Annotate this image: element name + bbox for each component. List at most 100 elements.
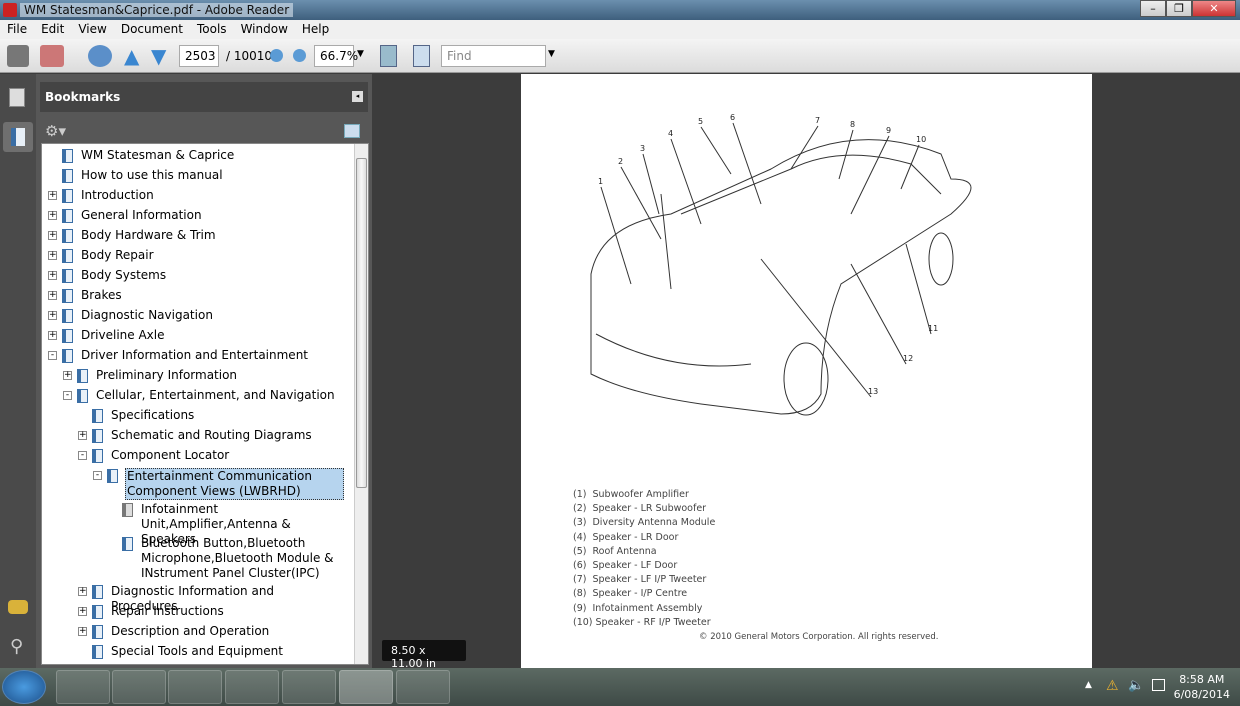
bookmark-label: Body Repair (81, 248, 154, 262)
bookmark-item[interactable]: - Component Locator (78, 448, 347, 468)
page-size-tooltip: 8.50 x 11.00 in (382, 640, 466, 670)
taskbar-app-icon[interactable] (282, 670, 336, 704)
close-button[interactable]: ✕ (1192, 0, 1236, 17)
create-pdf-icon[interactable] (88, 45, 112, 67)
find-input[interactable]: Find (441, 45, 546, 67)
collapse-icon[interactable]: - (48, 351, 57, 360)
page-number-input[interactable]: 2503 (179, 45, 219, 67)
show-hidden-icons[interactable]: ▲ (1085, 680, 1092, 690)
bookmark-item[interactable]: + Body Systems (48, 268, 347, 288)
collapse-icon[interactable]: - (63, 391, 72, 400)
bookmark-item[interactable]: + Body Hardware & Trim (48, 228, 347, 248)
minimize-button[interactable]: – (1140, 0, 1166, 17)
bookmark-item[interactable]: + Preliminary Information (63, 368, 347, 388)
taskbar-explorer-icon[interactable] (56, 670, 110, 704)
menu-window[interactable]: Window (234, 20, 295, 39)
bookmark-item[interactable]: + Diagnostic Navigation (48, 308, 347, 328)
network-icon[interactable] (1152, 679, 1165, 691)
bookmark-item[interactable]: + Schematic and Routing Diagrams (78, 428, 347, 448)
bookmark-item[interactable]: - Cellular, Entertainment, and Navigation (63, 388, 347, 408)
bookmark-item[interactable]: + Driveline Axle (48, 328, 347, 348)
vertical-scrollbar[interactable] (354, 144, 368, 664)
callout-leader-line (760, 258, 872, 398)
previous-page-button[interactable]: ▲ (124, 45, 144, 67)
maximize-button[interactable]: ❐ (1166, 0, 1192, 17)
zoom-out-button[interactable] (270, 49, 283, 62)
expand-icon[interactable]: + (48, 311, 57, 320)
bookmarks-tab[interactable] (3, 122, 33, 152)
menu-help[interactable]: Help (295, 20, 336, 39)
expand-icon[interactable]: + (78, 431, 87, 440)
bookmark-item[interactable]: + Introduction (48, 188, 347, 208)
volume-icon[interactable]: 🔈 (1128, 678, 1144, 693)
taskbar-internet-explorer-icon[interactable] (168, 670, 222, 704)
menu-bar: File Edit View Document Tools Window Hel… (0, 20, 1240, 39)
zoom-dropdown-icon[interactable]: ▼ (357, 49, 364, 71)
zoom-in-button[interactable] (293, 49, 306, 62)
bookmark-item[interactable]: + General Information (48, 208, 347, 228)
fit-page-icon[interactable] (413, 45, 430, 67)
bookmark-icon (62, 189, 73, 203)
expand-icon[interactable]: + (48, 191, 57, 200)
scrollbar-thumb[interactable] (356, 158, 367, 488)
expand-icon[interactable]: + (63, 371, 72, 380)
menu-document[interactable]: Document (114, 20, 190, 39)
start-button[interactable] (2, 670, 46, 704)
callout-leader-line (600, 186, 632, 285)
bookmark-icon (92, 449, 103, 463)
action-center-icon[interactable]: ⚠ (1106, 678, 1119, 694)
expand-icon[interactable]: + (48, 231, 57, 240)
collapse-icon[interactable]: - (93, 471, 102, 480)
copyright-text: © 2010 General Motors Corporation. All r… (699, 632, 939, 642)
expand-icon[interactable]: + (78, 607, 87, 616)
expand-icon[interactable]: + (48, 211, 57, 220)
taskbar-media-player-icon[interactable] (112, 670, 166, 704)
bookmark-item[interactable]: + Description and Operation (78, 624, 347, 644)
expand-icon[interactable]: + (48, 331, 57, 340)
menu-edit[interactable]: Edit (34, 20, 71, 39)
bookmarks-title: Bookmarks (45, 90, 121, 104)
menu-tools[interactable]: Tools (190, 20, 234, 39)
bookmark-item[interactable]: Specifications (78, 408, 347, 428)
bookmark-label: Repair Instructions (111, 604, 224, 618)
options-gear-icon[interactable]: ⚙▾ (45, 122, 66, 140)
expand-icon[interactable]: + (48, 291, 57, 300)
print-icon[interactable] (7, 45, 29, 67)
find-dropdown-icon[interactable]: ▼ (548, 49, 555, 71)
bookmark-item[interactable]: + Diagnostic Information and Procedures (78, 584, 347, 613)
menu-file[interactable]: File (0, 20, 34, 39)
pages-icon[interactable] (9, 88, 25, 107)
expand-icon[interactable]: + (78, 587, 87, 596)
bookmark-item[interactable]: - Entertainment Communication Component V… (93, 468, 347, 503)
expand-icon[interactable]: + (48, 271, 57, 280)
clock[interactable]: 8:58 AM 6/08/2014 (1174, 672, 1230, 702)
bookmark-item[interactable]: + Repair Instructions (78, 604, 347, 624)
bookmark-item[interactable]: + Body Repair (48, 248, 347, 268)
taskbar-paint-icon[interactable] (396, 670, 450, 704)
bookmark-item[interactable]: WM Statesman & Caprice (48, 148, 347, 168)
menu-view[interactable]: View (71, 20, 113, 39)
fit-width-icon[interactable] (380, 45, 397, 67)
taskbar-chrome-icon[interactable] (225, 670, 279, 704)
next-page-button[interactable]: ▼ (151, 45, 171, 67)
bookmark-label: Brakes (81, 288, 122, 302)
expand-bookmark-icon[interactable] (344, 124, 360, 138)
collapse-panel-button[interactable]: ◂ (352, 91, 363, 102)
comments-icon[interactable] (8, 600, 28, 614)
collapse-icon[interactable]: - (78, 451, 87, 460)
attachments-icon[interactable]: ⚲ (10, 636, 23, 657)
component-legend: (1) Subwoofer Amplifier (2) Speaker - LR … (573, 488, 715, 630)
taskbar-adobe-reader-icon[interactable] (339, 670, 393, 704)
collaborate-icon[interactable] (40, 45, 64, 67)
bookmark-item[interactable]: Infotainment Unit,Amplifier,Antenna & Sp… (108, 502, 347, 546)
bookmark-item[interactable]: How to use this manual (48, 168, 347, 188)
expand-icon[interactable]: + (78, 627, 87, 636)
bookmark-item[interactable]: Bluetooth Button,Bluetooth Microphone,Bl… (108, 536, 347, 586)
legend-item: (1) Subwoofer Amplifier (573, 489, 689, 500)
zoom-level-input[interactable]: 66.7% (314, 45, 358, 67)
bookmark-item[interactable]: Special Tools and Equipment (78, 644, 347, 664)
bookmark-item[interactable]: + Brakes (48, 288, 347, 308)
bookmark-item[interactable]: - Driver Information and Entertainment (48, 348, 347, 368)
expand-icon[interactable]: + (48, 251, 57, 260)
legend-item: (9) Infotainment Assembly (573, 602, 703, 614)
